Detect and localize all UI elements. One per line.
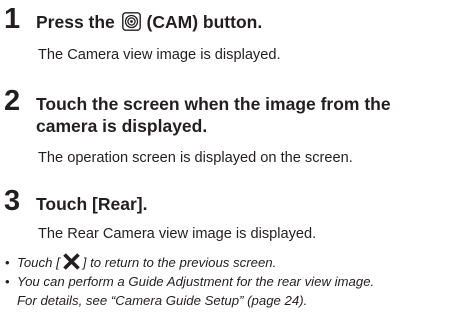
step-number: 3 — [4, 185, 21, 217]
step-2-description: The operation screen is displayed on the… — [38, 150, 353, 166]
note-item: • You can perform a Guide Adjustment for… — [4, 272, 466, 310]
note-text: ] to return to the previous screen. — [82, 255, 277, 270]
step-1: 1 Press the (CAM) button. — [4, 4, 262, 34]
notes-list: • Touch [ ] to return to the previous sc… — [4, 253, 466, 310]
note-text: Touch [ — [17, 255, 60, 270]
bullet: • — [5, 255, 10, 270]
step-title-text: (CAM) button. — [146, 12, 263, 32]
step-title: Touch the screen when the image from the… — [36, 93, 391, 137]
step-3-description: The Rear Camera view image is displayed. — [38, 226, 317, 242]
step-1-description: The Camera view image is displayed. — [38, 47, 281, 63]
camera-button-icon — [121, 12, 141, 31]
step-title-line: camera is displayed. — [36, 116, 208, 136]
note-text: For details, see “Camera Guide Setup” (p… — [17, 293, 308, 308]
step-title: Press the (CAM) button. — [36, 11, 262, 33]
step-number: 1 — [4, 3, 21, 35]
bullet: • — [5, 274, 10, 289]
close-x-icon — [63, 253, 80, 270]
step-title-text: Press the — [36, 12, 115, 32]
step-title: Touch [Rear]. — [36, 194, 148, 214]
step-2: 2 Touch the screen when the image from t… — [4, 86, 391, 137]
step-title-line: Touch the screen when the image from the — [36, 94, 391, 114]
note-item: • Touch [ ] to return to the previous sc… — [4, 253, 466, 272]
step-number: 2 — [4, 85, 21, 117]
step-3: 3 Touch [Rear]. — [4, 186, 148, 216]
note-text: You can perform a Guide Adjustment for t… — [17, 274, 375, 289]
